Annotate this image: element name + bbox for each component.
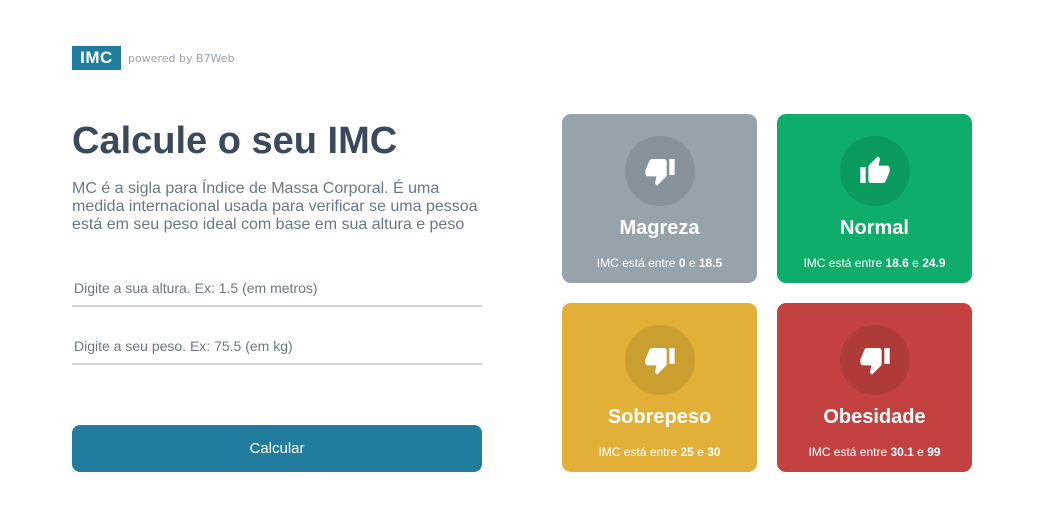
card-magreza: Magreza IMC está entre 0 e 18.5 [562,114,757,283]
card-title: Sobrepeso [607,406,712,428]
card-title: Normal [840,217,909,239]
powered-by-text: powered by B7Web [128,51,235,65]
card-range: IMC está entre 18.6 e 24.9 [803,256,946,270]
thumbs-down-icon [839,325,910,395]
calculator-panel: Calcule o seu IMC MC é a sigla para Índi… [72,112,482,234]
height-input[interactable] [72,271,482,307]
card-range: IMC está entre 25 e 30 [598,445,721,459]
card-title: Obesidade [823,406,926,428]
page-description: MC é a sigla para Índice de Massa Corpor… [72,180,478,233]
thumbs-down-icon [624,325,695,395]
card-title: Magreza [619,217,700,239]
card-obesidade: Obesidade IMC está entre 30.1 e 99 [777,303,972,472]
thumbs-up-icon [839,136,910,206]
header: IMC powered by B7Web [72,46,235,70]
page-title: Calcule o seu IMC [72,120,398,162]
card-normal: Normal IMC está entre 18.6 e 24.9 [777,114,972,283]
card-range: IMC está entre 30.1 e 99 [808,445,941,459]
weight-input[interactable] [72,329,482,365]
calculate-button[interactable]: Calcular [72,425,482,472]
logo: IMC [72,46,121,70]
card-range: IMC está entre 0 e 18.5 [596,256,723,270]
thumbs-down-icon [624,136,695,206]
card-sobrepeso: Sobrepeso IMC está entre 25 e 30 [562,303,757,472]
